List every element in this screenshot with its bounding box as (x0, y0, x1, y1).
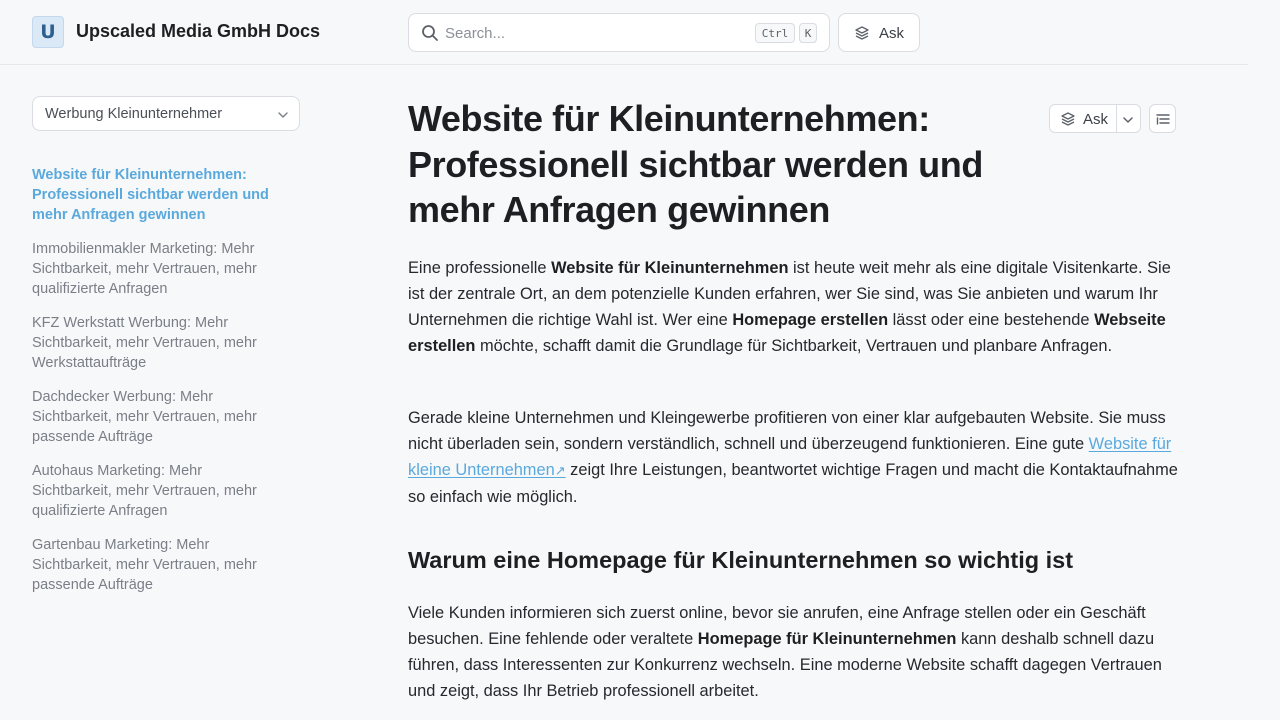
section-heading: Warum eine Homepage für Kleinunternehmen… (408, 547, 1074, 573)
ai-stack-icon (854, 25, 870, 46)
search-icon (421, 24, 439, 47)
paragraph-third: Viele Kunden informieren sich zuerst onl… (408, 600, 1178, 704)
text: möchte, schafft damit die Grundlage für … (475, 337, 1113, 355)
shortcut-ctrl-key: Ctrl (755, 23, 795, 43)
bold-text: Homepage für Kleinunternehmen (697, 630, 957, 648)
search-placeholder: Search... (445, 25, 506, 42)
bold-text: Homepage erstellen (732, 311, 889, 329)
bold-text: Website für Kleinunternehmen (551, 259, 789, 277)
sidebar-item-dachdecker[interactable]: Dachdecker Werbung: Mehr Sichtbarkeit, m… (32, 387, 272, 447)
external-link-icon: ↗ (554, 463, 566, 478)
text: Eine professionelle (408, 259, 552, 277)
text: Gerade kleine Unternehmen und Kleingewer… (408, 409, 1166, 453)
sidebar-item-kfz-werkstatt[interactable]: KFZ Werkstatt Werbung: Mehr Sichtbarkeit… (32, 313, 272, 373)
sidebar-nav: Website für Kleinunternehmen: Profession… (32, 165, 272, 609)
page-title: Website für Kleinunternehmen: Profession… (408, 98, 983, 230)
paragraph-second: Gerade kleine Unternehmen und Kleingewer… (408, 405, 1178, 510)
ai-stack-icon (1060, 111, 1076, 132)
ask-page-button[interactable]: Ask (1049, 104, 1141, 133)
chevron-down-icon[interactable] (1121, 113, 1135, 132)
ask-ai-button[interactable]: Ask (838, 13, 920, 52)
ask-page-label: Ask (1083, 111, 1109, 128)
top-header: U Upscaled Media GmbH Docs Search... Ctr… (0, 0, 1248, 65)
logo-letter: U (40, 21, 56, 43)
search-input[interactable]: Search... Ctrl K (408, 13, 830, 52)
ask-label: Ask (879, 25, 905, 42)
table-of-contents-button[interactable] (1149, 104, 1176, 133)
text: lässt oder eine bestehende (888, 311, 1095, 329)
section-select-value: Werbung Kleinunternehmer (45, 106, 223, 122)
paragraph-intro: Eine professionelle Website für Kleinunt… (408, 255, 1178, 359)
sidebar-item-website-kleinunternehmen[interactable]: Website für Kleinunternehmen: Profession… (32, 165, 272, 225)
shortcut-k-key: K (799, 23, 817, 43)
list-icon (1156, 114, 1170, 125)
chevron-down-icon (277, 108, 289, 126)
sidebar-item-autohaus[interactable]: Autohaus Marketing: Mehr Sichtbarkeit, m… (32, 461, 272, 521)
section-select[interactable]: Werbung Kleinunternehmer (32, 96, 300, 131)
sidebar-item-gartenbau[interactable]: Gartenbau Marketing: Mehr Sichtbarkeit, … (32, 535, 272, 595)
logo[interactable]: U (32, 16, 64, 48)
site-title[interactable]: Upscaled Media GmbH Docs (76, 21, 320, 42)
sidebar-item-immobilienmakler[interactable]: Immobilienmakler Marketing: Mehr Sichtba… (32, 239, 272, 299)
button-divider (1116, 105, 1117, 132)
